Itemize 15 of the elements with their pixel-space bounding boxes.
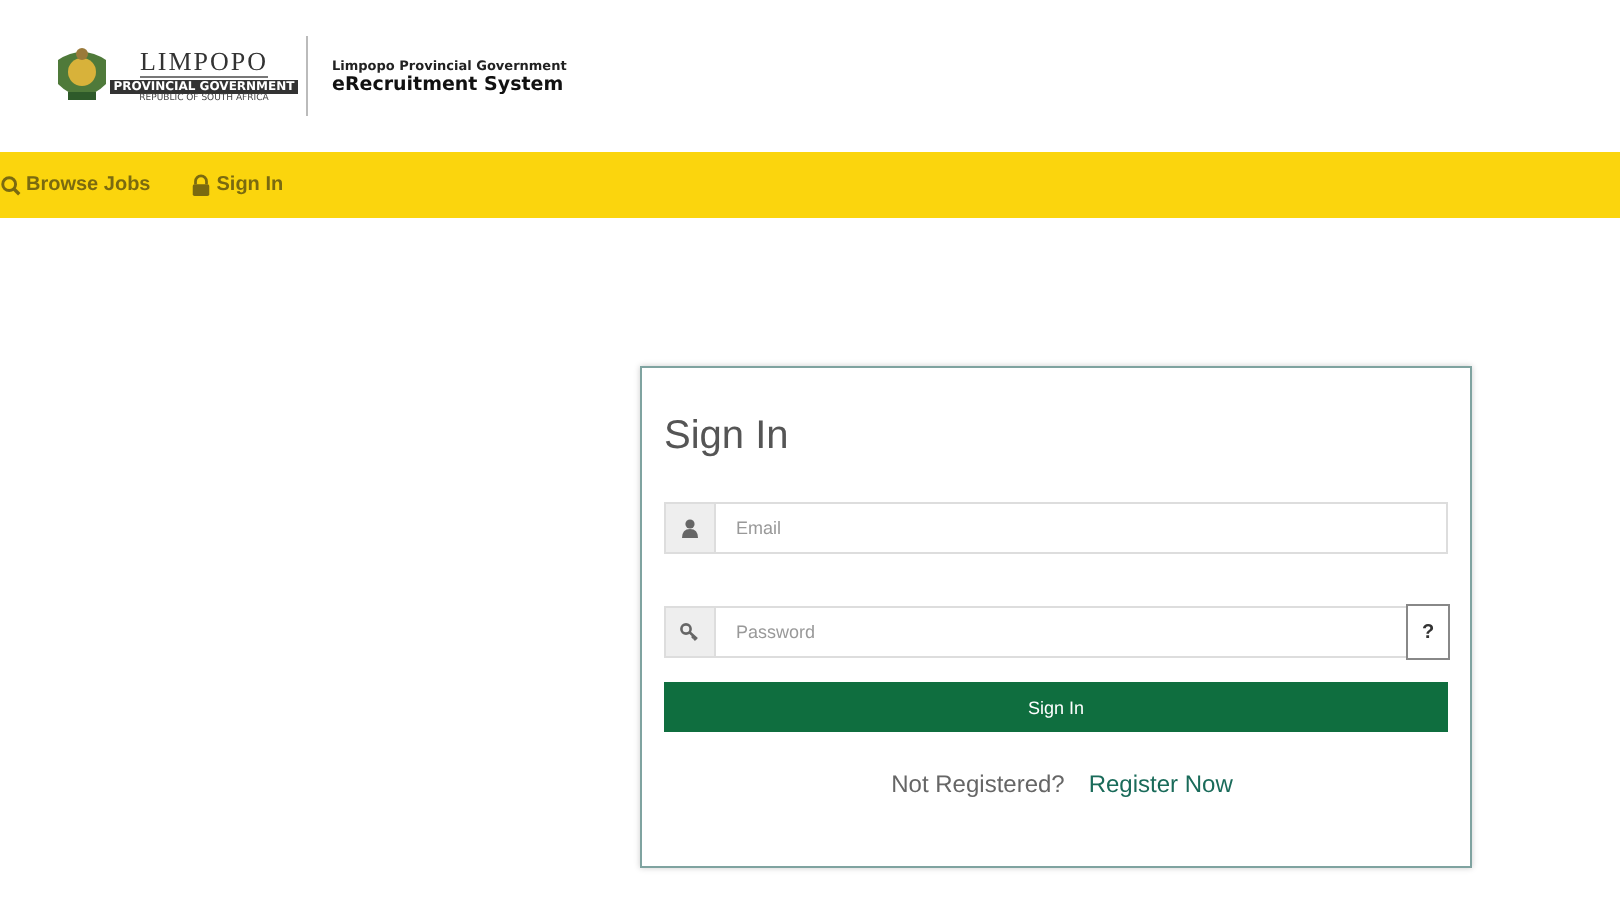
email-field[interactable]: Email (716, 502, 1448, 554)
person-icon (680, 518, 700, 538)
register-link[interactable]: Register Now (1088, 770, 1233, 798)
nav-link[interactable]: Browse Jobs (0, 173, 151, 197)
key-icon (680, 622, 700, 642)
nav-link[interactable]: Sign In (190, 173, 284, 197)
help-button[interactable]: ? (1406, 604, 1450, 660)
lock-icon (190, 173, 213, 197)
register-prompt: Not Registered? (891, 770, 1065, 798)
sign-in-button[interactable]: Sign In (664, 682, 1448, 732)
search-icon (0, 173, 22, 197)
card-title: Sign In (664, 412, 791, 460)
logo-name: LIMPOPO (139, 48, 269, 78)
header-title: eRecruitment System (332, 73, 566, 95)
password-field[interactable]: Password (716, 606, 1408, 658)
